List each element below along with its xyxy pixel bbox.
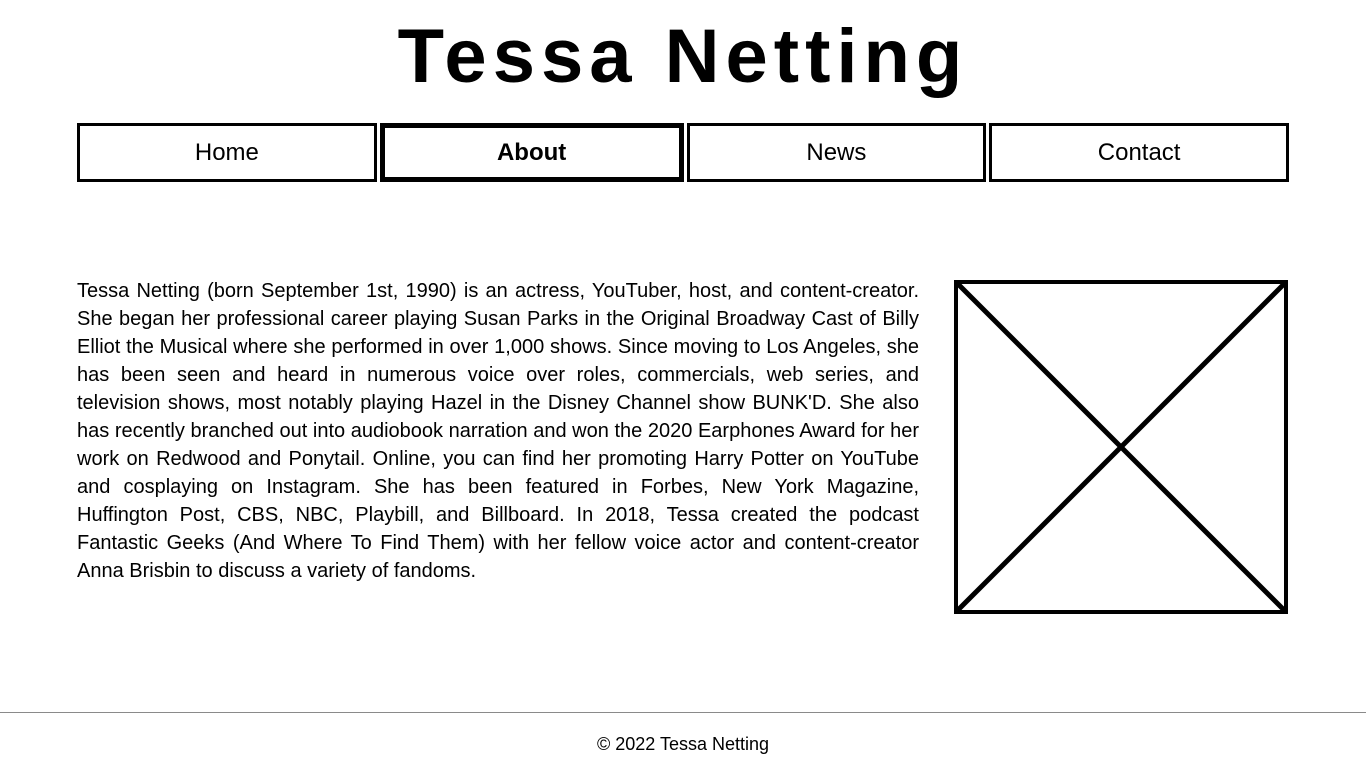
nav-item-home[interactable]: Home [77, 123, 377, 182]
footer-divider [0, 712, 1366, 713]
nav-item-contact[interactable]: Contact [989, 123, 1289, 182]
bio-paragraph: Tessa Netting (born September 1st, 1990)… [77, 280, 919, 582]
footer-copyright: © 2022 Tessa Netting [596, 734, 770, 754]
nav-item-about[interactable]: About [379, 123, 684, 182]
main-nav: Home About News Contact [77, 123, 1289, 182]
page: Tessa Netting Home About News Contact Te… [0, 0, 1366, 768]
nav-item-news[interactable]: News [686, 123, 987, 182]
image-placeholder-icon [954, 280, 1288, 614]
image-placeholder [954, 280, 1288, 614]
site-title: Tessa Netting [397, 14, 969, 99]
